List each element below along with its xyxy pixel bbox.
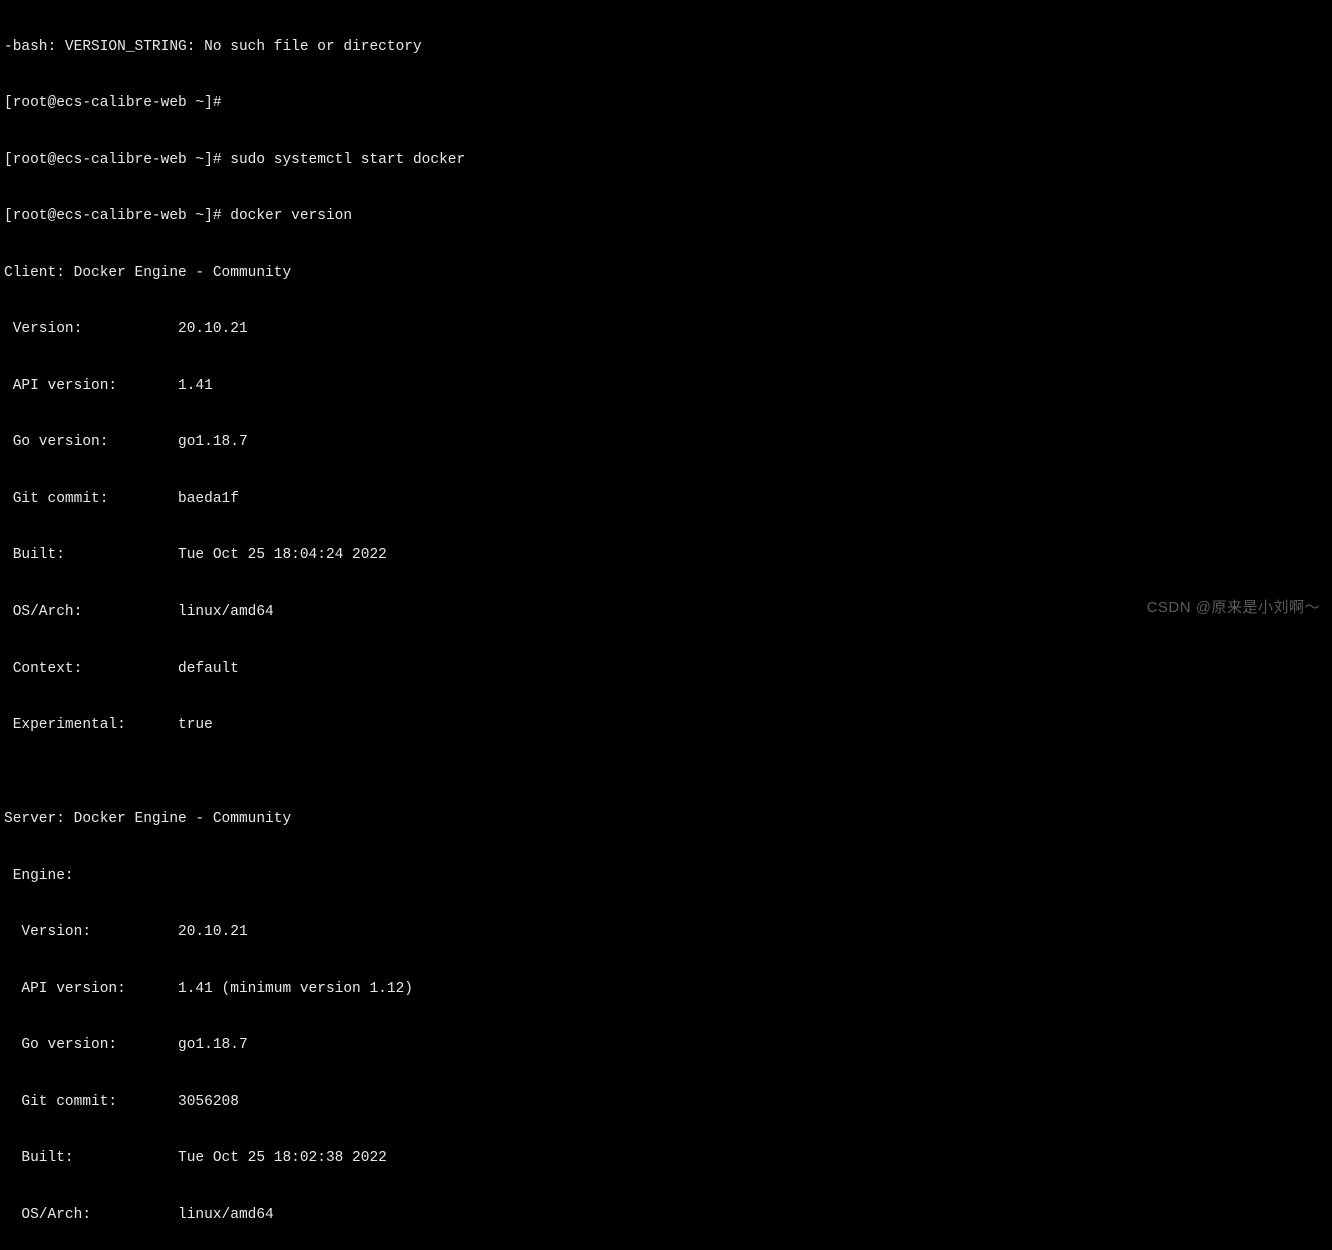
terminal-line: Version: 20.10.21	[4, 320, 1328, 339]
terminal-line: Server: Docker Engine - Community	[4, 810, 1328, 829]
terminal-line: Version: 20.10.21	[4, 923, 1328, 942]
terminal-line: API version: 1.41	[4, 377, 1328, 396]
terminal-line: API version: 1.41 (minimum version 1.12)	[4, 980, 1328, 999]
terminal-line: Engine:	[4, 867, 1328, 886]
terminal-line: Git commit: 3056208	[4, 1093, 1328, 1112]
terminal-line: Go version: go1.18.7	[4, 433, 1328, 452]
terminal-line: Git commit: baeda1f	[4, 490, 1328, 509]
terminal-line: OS/Arch: linux/amd64	[4, 603, 1328, 622]
terminal-line: OS/Arch: linux/amd64	[4, 1206, 1328, 1225]
terminal-line: Built: Tue Oct 25 18:04:24 2022	[4, 546, 1328, 565]
terminal-output[interactable]: -bash: VERSION_STRING: No such file or d…	[0, 0, 1332, 1250]
terminal-line: [root@ecs-calibre-web ~]#	[4, 94, 1328, 113]
terminal-line: Experimental: true	[4, 716, 1328, 735]
terminal-line: Context: default	[4, 660, 1328, 679]
terminal-line: Built: Tue Oct 25 18:02:38 2022	[4, 1149, 1328, 1168]
terminal-line: Go version: go1.18.7	[4, 1036, 1328, 1055]
terminal-line: -bash: VERSION_STRING: No such file or d…	[4, 38, 1328, 57]
watermark-text: CSDN @原来是小刘啊～	[1147, 598, 1320, 618]
terminal-line: Client: Docker Engine - Community	[4, 264, 1328, 283]
terminal-line: [root@ecs-calibre-web ~]# docker version	[4, 207, 1328, 226]
terminal-line: [root@ecs-calibre-web ~]# sudo systemctl…	[4, 151, 1328, 170]
